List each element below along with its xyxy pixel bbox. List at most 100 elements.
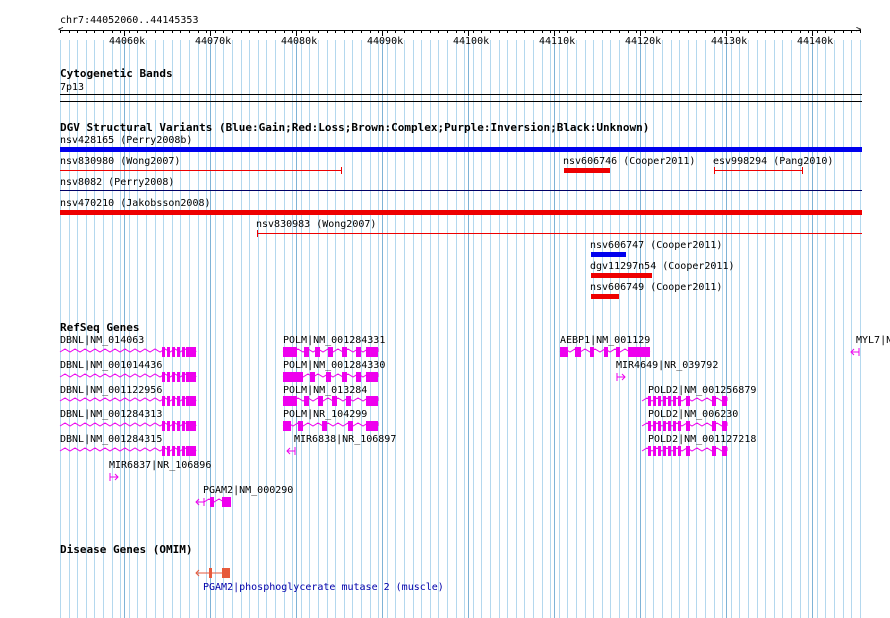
gene-intron	[59, 447, 197, 452]
gene-exon	[712, 396, 716, 406]
gene-exon	[326, 372, 331, 382]
gene-exon	[575, 347, 581, 357]
gene-exon	[298, 421, 303, 431]
gene-exon	[177, 372, 180, 382]
gene-exon	[332, 396, 337, 406]
gene-exon	[162, 446, 165, 456]
gene-exon	[283, 372, 303, 382]
gene-exon	[712, 421, 716, 431]
gene-exon	[648, 421, 651, 431]
gene-exon	[304, 396, 309, 406]
gene-exon	[616, 347, 620, 357]
gene-exon	[653, 421, 656, 431]
gene-exon	[678, 421, 681, 431]
gene-intron	[59, 422, 197, 427]
gene-exon	[722, 446, 727, 456]
gene-exon	[322, 421, 327, 431]
gene-exon	[590, 347, 594, 357]
gene-exon	[172, 396, 175, 406]
gene-exon	[604, 347, 608, 357]
gene-intron	[59, 373, 197, 378]
gene-exon	[663, 396, 666, 406]
gene-intron	[59, 348, 197, 353]
gene-exon	[177, 396, 180, 406]
gene-exon	[686, 446, 690, 456]
gene-exon	[162, 396, 165, 406]
gene-exon	[182, 372, 185, 382]
gene-exon	[560, 347, 568, 357]
gene-exon	[167, 347, 170, 357]
gene-exon	[222, 497, 231, 507]
gene-exon	[304, 347, 309, 357]
disease-gene-link[interactable]: PGAM2|phosphoglycerate mutase 2 (muscle)	[203, 582, 444, 593]
gene-exon	[283, 421, 291, 431]
gene-exon	[186, 347, 196, 357]
gene-exon	[167, 396, 170, 406]
gene-exon	[628, 347, 650, 357]
gene-exon	[668, 396, 671, 406]
gene-exon	[673, 396, 676, 406]
gene-exon	[342, 372, 347, 382]
omim-gene-exon	[222, 568, 230, 578]
gene-exon	[712, 446, 716, 456]
gene-exon	[186, 372, 196, 382]
gene-exon	[346, 396, 351, 406]
gene-exon	[172, 372, 175, 382]
gene-exon	[678, 446, 681, 456]
gene-exon	[172, 421, 175, 431]
gene-exon	[668, 421, 671, 431]
gene-exon	[653, 396, 656, 406]
gene-glyphs[interactable]	[0, 0, 890, 618]
omim-gene-exon	[209, 568, 212, 578]
gene-exon	[648, 396, 651, 406]
gene-exon	[348, 421, 353, 431]
gene-exon	[342, 347, 347, 357]
gene-intron	[282, 397, 379, 402]
gene-exon	[182, 396, 185, 406]
disease-title: Disease Genes (OMIM)	[60, 543, 193, 556]
gene-exon	[673, 421, 676, 431]
gene-exon	[310, 372, 315, 382]
gene-exon	[162, 347, 165, 357]
gene-exon	[648, 446, 651, 456]
gene-exon	[366, 421, 378, 431]
gene-exon	[328, 347, 333, 357]
gene-exon	[673, 446, 676, 456]
gene-exon	[182, 347, 185, 357]
gene-exon	[182, 421, 185, 431]
gene-exon	[658, 396, 661, 406]
gene-exon	[162, 372, 165, 382]
gene-exon	[315, 347, 320, 357]
gene-exon	[366, 347, 378, 357]
gene-exon	[186, 446, 196, 456]
gene-intron	[59, 397, 197, 402]
gene-exon	[366, 396, 378, 406]
gene-exon	[186, 396, 196, 406]
gene-exon	[210, 497, 214, 507]
gene-exon	[658, 421, 661, 431]
gene-exon	[167, 421, 170, 431]
gene-exon	[318, 396, 323, 406]
gene-exon	[356, 372, 361, 382]
gene-exon	[167, 372, 170, 382]
gene-exon	[668, 446, 671, 456]
gene-intron	[282, 422, 379, 427]
gene-exon	[366, 372, 378, 382]
gene-exon	[663, 446, 666, 456]
gene-exon	[162, 421, 165, 431]
gene-exon	[663, 421, 666, 431]
gene-exon	[653, 446, 656, 456]
gene-exon	[172, 347, 175, 357]
gene-exon	[167, 446, 170, 456]
gene-exon	[182, 446, 185, 456]
gene-exon	[722, 421, 727, 431]
gene-exon	[283, 396, 297, 406]
gene-exon	[686, 396, 690, 406]
gene-exon	[678, 396, 681, 406]
gene-exon	[722, 396, 727, 406]
gene-exon	[686, 421, 690, 431]
gene-exon	[172, 446, 175, 456]
gene-exon	[186, 421, 196, 431]
gene-exon	[283, 347, 297, 357]
gene-exon	[177, 347, 180, 357]
